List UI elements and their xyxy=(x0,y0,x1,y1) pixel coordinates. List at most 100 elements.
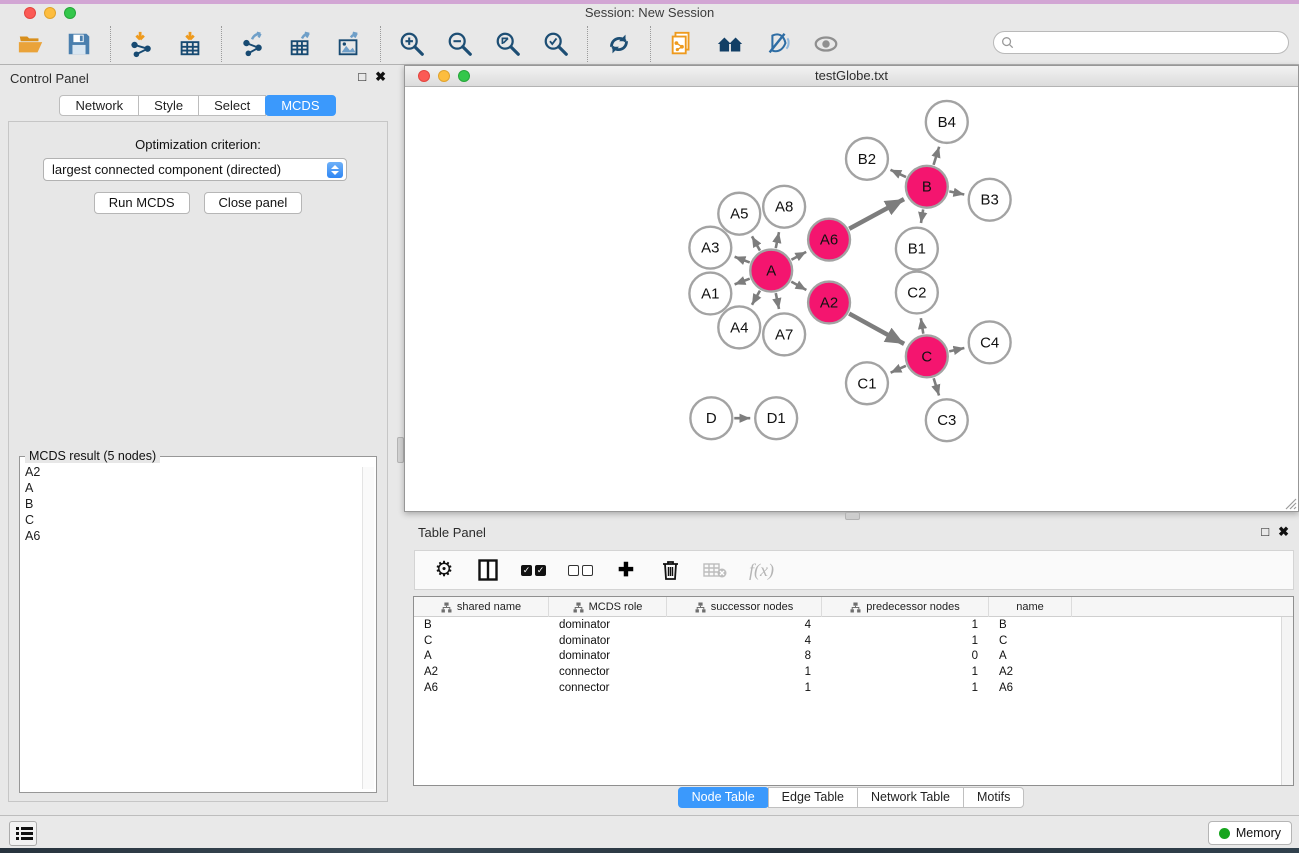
run-mcds-button[interactable]: Run MCDS xyxy=(94,192,190,214)
tab-edge-table[interactable]: Edge Table xyxy=(768,787,858,808)
export-image-icon[interactable] xyxy=(334,29,364,59)
table-scrollbar[interactable] xyxy=(1281,617,1293,785)
node-B2[interactable]: B2 xyxy=(846,138,888,180)
edge-A-A2[interactable] xyxy=(791,282,806,290)
table-row[interactable]: A2connector11A2 xyxy=(414,664,1293,680)
edge-A-A3[interactable] xyxy=(735,257,750,263)
zoom-fit-icon[interactable] xyxy=(493,29,523,59)
float-table-panel-icon[interactable]: □ xyxy=(1261,524,1269,540)
network-canvas[interactable]: B4B2BB3A8A5A6A3B1AA1C2A2A4A7C4CC1DD1C3 xyxy=(405,88,1298,511)
table-settings-gear-icon[interactable]: ⚙ xyxy=(433,557,455,583)
edge-A2-C[interactable] xyxy=(849,314,904,344)
create-column-icon[interactable]: ✚ xyxy=(615,557,637,583)
column-header-name[interactable]: name xyxy=(989,597,1072,617)
zoom-network-window-button[interactable] xyxy=(458,70,470,82)
node-A4[interactable]: A4 xyxy=(718,306,760,348)
table-row[interactable]: Cdominator41C xyxy=(414,633,1293,649)
tab-network-table[interactable]: Network Table xyxy=(857,787,964,808)
export-table-icon[interactable] xyxy=(286,29,316,59)
edge-C-C4[interactable] xyxy=(949,348,964,351)
export-network-icon[interactable] xyxy=(238,29,268,59)
minimize-window-button[interactable] xyxy=(44,7,56,19)
function-builder-icon[interactable]: f(x) xyxy=(749,557,774,583)
search-input[interactable] xyxy=(1018,34,1288,52)
close-panel-icon[interactable]: ✖ xyxy=(375,69,386,85)
node-C[interactable]: C xyxy=(906,335,948,377)
mcds-result-item[interactable]: A xyxy=(22,480,360,496)
edge-A6-B[interactable] xyxy=(849,199,904,229)
horizontal-divider-handle[interactable] xyxy=(845,512,860,520)
edge-A-A6[interactable] xyxy=(791,252,806,260)
close-table-panel-icon[interactable]: ✖ xyxy=(1278,524,1289,540)
zoom-in-icon[interactable] xyxy=(397,29,427,59)
table-row[interactable]: A6connector11A6 xyxy=(414,680,1293,696)
node-D[interactable]: D xyxy=(690,397,732,439)
tab-style[interactable]: Style xyxy=(138,95,199,116)
mcds-result-item[interactable]: A2 xyxy=(22,464,360,480)
edge-B-B2[interactable] xyxy=(890,170,906,177)
node-B3[interactable]: B3 xyxy=(969,179,1011,221)
node-B[interactable]: B xyxy=(906,166,948,208)
window-resize-grip[interactable] xyxy=(1284,497,1297,510)
node-A7[interactable]: A7 xyxy=(763,313,805,355)
import-table-icon[interactable] xyxy=(175,29,205,59)
minimize-network-window-button[interactable] xyxy=(438,70,450,82)
close-network-window-button[interactable] xyxy=(418,70,430,82)
edge-B-B1[interactable] xyxy=(921,209,923,223)
node-B4[interactable]: B4 xyxy=(926,101,968,143)
open-session-icon[interactable] xyxy=(16,29,46,59)
edge-A-A4[interactable] xyxy=(752,291,760,305)
tab-mcds[interactable]: MCDS xyxy=(265,95,335,116)
node-A6[interactable]: A6 xyxy=(808,219,850,261)
search-field[interactable] xyxy=(993,31,1289,54)
edge-A-A1[interactable] xyxy=(735,279,750,285)
split-divider-handle[interactable] xyxy=(397,437,404,463)
mcds-result-item[interactable]: B xyxy=(22,496,360,512)
edge-B-B3[interactable] xyxy=(949,191,964,194)
tab-node-table[interactable]: Node Table xyxy=(678,787,769,808)
show-details-icon[interactable] xyxy=(811,29,841,59)
node-C3[interactable]: C3 xyxy=(926,399,968,441)
node-A5[interactable]: A5 xyxy=(718,193,760,235)
column-header-successor-nodes[interactable]: successor nodes xyxy=(667,597,822,617)
node-B1[interactable]: B1 xyxy=(896,228,938,270)
delete-table-icon[interactable] xyxy=(703,557,727,583)
edge-A-A5[interactable] xyxy=(752,236,760,250)
zoom-out-icon[interactable] xyxy=(445,29,475,59)
column-header-shared-name[interactable]: shared name xyxy=(414,597,549,617)
task-history-icon[interactable] xyxy=(9,821,37,846)
edge-C-C3[interactable] xyxy=(934,378,939,395)
zoom-selected-icon[interactable] xyxy=(541,29,571,59)
column-header-predecessor-nodes[interactable]: predecessor nodes xyxy=(822,597,989,617)
deselect-all-columns-icon[interactable] xyxy=(568,557,593,583)
tab-select[interactable]: Select xyxy=(198,95,266,116)
node-A[interactable]: A xyxy=(750,250,792,292)
criterion-dropdown[interactable]: largest connected component (directed) xyxy=(43,158,347,181)
edge-C-C2[interactable] xyxy=(921,318,923,334)
mcds-scrollbar[interactable] xyxy=(362,467,374,789)
column-chooser-icon[interactable] xyxy=(477,557,499,583)
home-view-icon[interactable] xyxy=(715,29,745,59)
mcds-result-item[interactable]: A6 xyxy=(22,528,360,544)
save-session-icon[interactable] xyxy=(64,29,94,59)
node-C1[interactable]: C1 xyxy=(846,362,888,404)
import-network-icon[interactable] xyxy=(127,29,157,59)
node-A2[interactable]: A2 xyxy=(808,282,850,324)
edge-C-C1[interactable] xyxy=(891,366,906,373)
edge-A-A8[interactable] xyxy=(776,232,779,248)
delete-column-trash-icon[interactable] xyxy=(659,557,681,583)
network-overview-icon[interactable] xyxy=(667,29,697,59)
edge-A-A7[interactable] xyxy=(776,293,779,309)
apply-layout-icon[interactable] xyxy=(604,29,634,59)
close-panel-button[interactable]: Close panel xyxy=(204,192,303,214)
node-D1[interactable]: D1 xyxy=(755,397,797,439)
table-row[interactable]: Bdominator41B xyxy=(414,617,1293,633)
table-row[interactable]: Adominator80A xyxy=(414,649,1293,665)
tab-motifs[interactable]: Motifs xyxy=(963,787,1024,808)
zoom-window-button[interactable] xyxy=(64,7,76,19)
node-C2[interactable]: C2 xyxy=(896,272,938,314)
float-panel-icon[interactable]: □ xyxy=(358,69,366,85)
mcds-result-item[interactable]: C xyxy=(22,512,360,528)
tab-network[interactable]: Network xyxy=(59,95,139,116)
memory-button[interactable]: Memory xyxy=(1208,821,1292,845)
